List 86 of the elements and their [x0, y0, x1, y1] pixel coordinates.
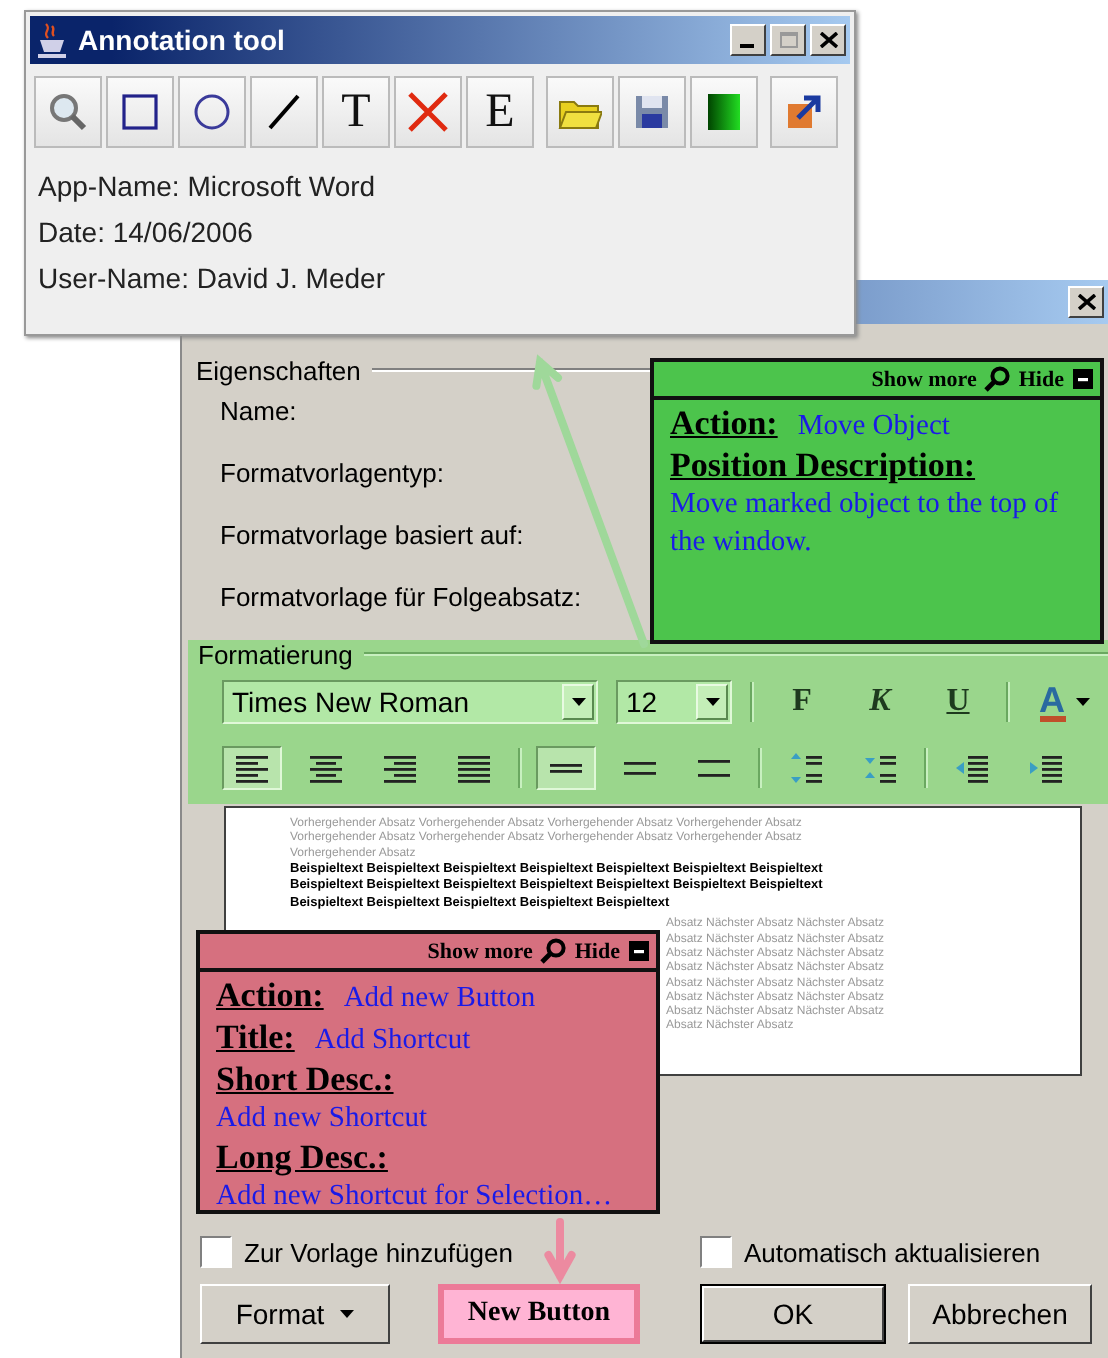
justify-icon	[458, 752, 490, 784]
align-right-icon	[384, 752, 416, 784]
section-title: Formatierung	[198, 639, 353, 669]
align-center-icon	[310, 752, 342, 784]
caret-icon	[705, 698, 719, 706]
minus-icon	[1072, 368, 1094, 390]
annotation-text: Move Object	[797, 408, 950, 446]
annotation-label: Short Desc.:	[216, 1060, 396, 1100]
menu-button[interactable]: Format	[200, 1284, 390, 1344]
annotation-label: Action:	[670, 404, 778, 444]
annotation-text: Move marked object to the top of the window.	[670, 486, 1061, 562]
close-button[interactable]	[810, 24, 846, 56]
search-icon	[984, 366, 1011, 392]
minus-icon	[628, 940, 650, 962]
annotation-text: Add Shortcut	[314, 1022, 471, 1060]
font-dropdown[interactable]: Times New Roman	[222, 680, 598, 724]
align-left-icon	[236, 752, 268, 784]
default-button[interactable]: OK	[700, 1284, 886, 1344]
zoom-button[interactable]	[34, 76, 102, 148]
maximize-icon	[779, 32, 797, 48]
arrow	[544, 1218, 576, 1285]
rectangle-icon	[118, 90, 162, 134]
field-label: Formatvorlagentyp:	[220, 458, 444, 488]
circle-icon	[190, 90, 234, 134]
paragraph-spacing-icon	[790, 752, 822, 784]
line-spacing-button[interactable]	[536, 746, 596, 790]
cross-icon	[406, 90, 450, 134]
underline-button[interactable]: U	[928, 680, 988, 724]
caret-icon	[571, 698, 585, 706]
annotation-text: Add new Shortcut	[216, 1100, 430, 1138]
maximize-button[interactable]	[770, 24, 806, 56]
annotation-label: Action:	[216, 976, 324, 1016]
outdent-icon	[956, 752, 988, 784]
search-icon	[540, 938, 567, 964]
save-button[interactable]	[618, 76, 686, 148]
rectangle-button[interactable]	[106, 76, 174, 148]
info-text: User-Name: David J. Meder	[38, 260, 387, 298]
close-icon	[1077, 294, 1095, 310]
arrow-icon	[782, 90, 826, 134]
show-more-link[interactable]: Show more	[871, 367, 977, 391]
color-block-icon	[702, 90, 746, 134]
bold-button[interactable]: F	[772, 680, 832, 724]
annotation-text: Add new Shortcut for Selection…	[216, 1178, 615, 1210]
field-label: Formatvorlage basiert auf:	[220, 520, 524, 550]
annotation-label: Position Description:	[670, 446, 978, 486]
show-more-link[interactable]: Show more	[427, 939, 533, 963]
color-button[interactable]	[690, 76, 758, 148]
checkbox-label: Zur Vorlage hinzufügen	[244, 1237, 513, 1267]
text-tool-button[interactable]: T	[322, 76, 390, 148]
search-icon	[46, 90, 90, 134]
field-label: Formatvorlage für Folgeabsatz:	[220, 582, 582, 612]
info-text: Date: 14/06/2006	[38, 214, 255, 252]
close-button[interactable]	[1068, 286, 1104, 318]
align-button[interactable]	[222, 746, 282, 790]
checkbox-label: Automatisch aktualisieren	[744, 1237, 1041, 1267]
annotation-label: Long Desc.:	[216, 1138, 390, 1178]
paragraph-spacing-icon	[864, 752, 896, 784]
section-title: Eigenschaften	[196, 355, 361, 385]
line-button[interactable]	[250, 76, 318, 148]
caret-icon	[1075, 698, 1089, 706]
checkbox[interactable]	[200, 1236, 232, 1268]
highlighted-button[interactable]: New Button	[438, 1284, 640, 1344]
annotation-label: Title:	[216, 1018, 295, 1058]
annotation-text: Add new Button	[343, 980, 536, 1018]
cup-icon	[38, 22, 66, 58]
delete-button[interactable]	[394, 76, 462, 148]
window-title: Annotation tool	[78, 24, 285, 56]
push-button[interactable]: Abbrechen	[908, 1284, 1092, 1344]
hide-link[interactable]: Hide	[574, 939, 620, 963]
close-icon	[819, 32, 837, 48]
export-button[interactable]	[770, 76, 838, 148]
italic-button[interactable]: K	[850, 680, 910, 724]
floppy-icon	[630, 90, 674, 134]
field-label: Name:	[220, 396, 297, 426]
caret-icon	[340, 1310, 355, 1318]
hide-link[interactable]: Hide	[1018, 367, 1064, 391]
info-text: App-Name: Microsoft Word	[38, 168, 378, 206]
open-button[interactable]	[546, 76, 614, 148]
size-dropdown[interactable]: 12	[616, 680, 732, 724]
minimize-button[interactable]	[730, 24, 766, 56]
ellipse-button[interactable]	[178, 76, 246, 148]
indent-icon	[1030, 752, 1062, 784]
collapse-button[interactable]	[628, 940, 650, 962]
checkbox[interactable]	[700, 1236, 732, 1268]
collapse-button[interactable]	[1072, 368, 1094, 390]
letter-tool-button[interactable]: E	[466, 76, 534, 148]
